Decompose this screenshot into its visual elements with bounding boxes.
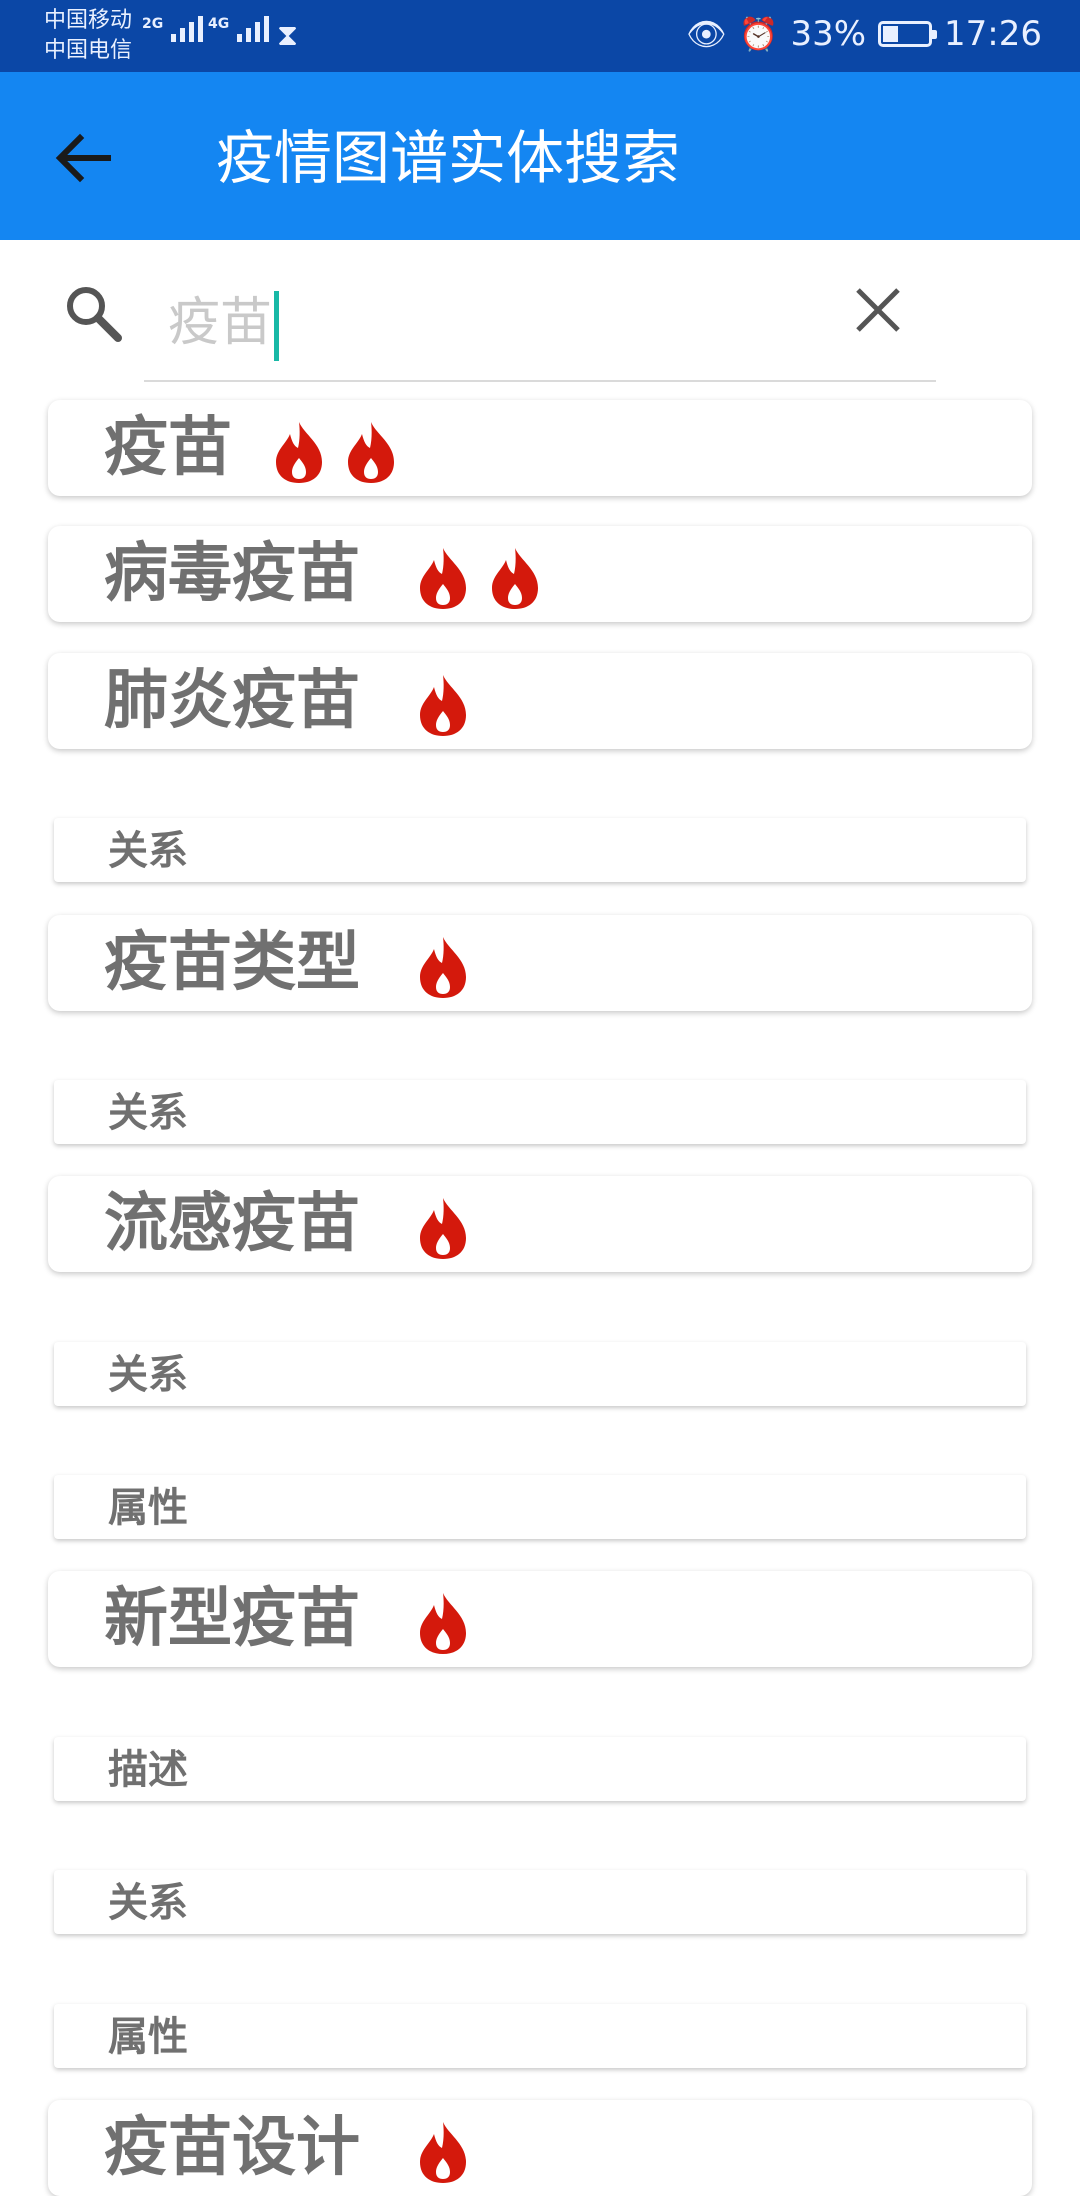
section-header[interactable]: 属性 xyxy=(54,1475,1026,1539)
entity-label: 疫苗 xyxy=(104,411,232,485)
popularity-flames xyxy=(414,935,472,999)
entity-label: 肺炎疫苗 xyxy=(104,664,360,738)
entity-result-item[interactable]: 疫苗 xyxy=(48,400,1032,496)
section-label: 属性 xyxy=(108,2014,188,2060)
search-bar: 疫苗 xyxy=(0,240,1080,390)
flame-icon xyxy=(348,422,394,483)
flame-icon xyxy=(420,675,466,736)
clear-button[interactable] xyxy=(848,280,908,340)
popularity-flames xyxy=(270,420,400,484)
clock: 17:26 xyxy=(944,14,1042,54)
entity-result-item[interactable]: 肺炎疫苗 xyxy=(48,653,1032,749)
page-title: 疫情图谱实体搜索 xyxy=(216,124,681,192)
hourglass-icon: ⧗ xyxy=(277,18,299,53)
search-input[interactable]: 疫苗 xyxy=(168,280,280,361)
flame-icon xyxy=(420,1198,466,1259)
section-label: 描述 xyxy=(108,1747,188,1793)
entity-label: 病毒疫苗 xyxy=(104,537,360,611)
back-button[interactable] xyxy=(48,122,120,194)
flame-icon xyxy=(420,937,466,998)
section-label: 关系 xyxy=(108,1090,188,1136)
app-bar: 疫情图谱实体搜索 xyxy=(0,72,1080,240)
status-right: 👁 ⏰ 33% 17:26 xyxy=(686,14,1042,54)
popularity-flames xyxy=(414,1591,472,1655)
carrier-info: 中国移动 中国电信 xyxy=(44,6,132,66)
carrier-1: 中国移动 xyxy=(44,8,133,33)
entity-result-item[interactable]: 疫苗类型 xyxy=(48,915,1032,1011)
alarm-icon: ⏰ xyxy=(738,15,779,53)
section-label: 属性 xyxy=(108,1485,188,1531)
network-type-1: 2G xyxy=(142,16,164,32)
popularity-flames xyxy=(414,1196,472,1260)
flame-icon xyxy=(420,1593,466,1654)
flame-icon xyxy=(420,548,466,609)
popularity-flames xyxy=(414,2120,472,2184)
search-underline xyxy=(144,380,936,382)
close-icon xyxy=(856,288,900,332)
section-header[interactable]: 关系 xyxy=(54,1342,1026,1406)
entity-result-item[interactable]: 流感疫苗 xyxy=(48,1176,1032,1272)
carrier-2: 中国电信 xyxy=(44,38,133,63)
signal-icon-2: 4G xyxy=(208,16,270,42)
flame-icon xyxy=(420,2122,466,2183)
entity-result-item[interactable]: 病毒疫苗 xyxy=(48,526,1032,622)
entity-label: 疫苗类型 xyxy=(104,926,360,1000)
flame-icon xyxy=(276,422,322,483)
section-header[interactable]: 关系 xyxy=(54,1080,1026,1144)
section-label: 关系 xyxy=(108,1880,188,1926)
entity-label: 流感疫苗 xyxy=(104,1187,360,1261)
battery-icon xyxy=(878,21,938,47)
entity-label: 新型疫苗 xyxy=(104,1582,360,1656)
entity-label: 疫苗设计 xyxy=(104,2111,360,2185)
signal-icon-1: 2G xyxy=(142,16,204,42)
flame-icon xyxy=(492,548,538,609)
search-icon xyxy=(60,280,128,348)
section-header[interactable]: 关系 xyxy=(54,818,1026,882)
status-bar: 中国移动 中国电信 2G 4G ⧗ 👁 ⏰ 33% 17:26 xyxy=(0,0,1080,72)
entity-result-item[interactable]: 疫苗设计 xyxy=(48,2100,1032,2196)
section-header[interactable]: 属性 xyxy=(54,2004,1026,2068)
popularity-flames xyxy=(414,546,544,610)
search-input-value: 疫苗 xyxy=(168,293,273,353)
popularity-flames xyxy=(414,673,472,737)
text-caret xyxy=(274,291,280,361)
section-header[interactable]: 关系 xyxy=(54,1870,1026,1934)
entity-result-item[interactable]: 新型疫苗 xyxy=(48,1571,1032,1667)
eye-icon: 👁 xyxy=(685,15,727,53)
battery-percent: 33% xyxy=(790,14,867,54)
arrow-left-icon xyxy=(55,133,111,183)
section-header[interactable]: 描述 xyxy=(54,1737,1026,1801)
section-label: 关系 xyxy=(108,1352,188,1398)
section-label: 关系 xyxy=(108,828,188,874)
network-type-2: 4G xyxy=(208,16,230,32)
